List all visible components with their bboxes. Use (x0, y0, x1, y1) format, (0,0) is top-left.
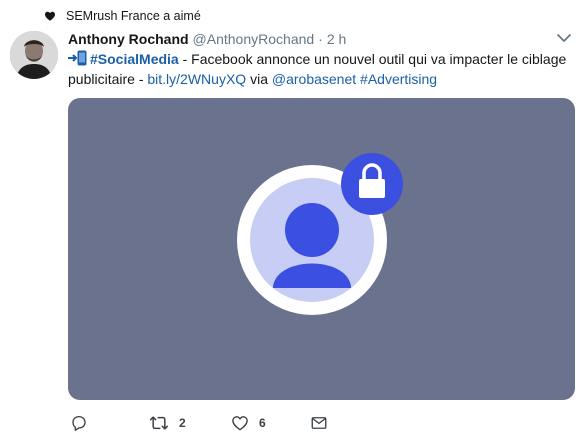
hashtag-advertising[interactable]: #Advertising (360, 71, 437, 87)
reply-button[interactable] (70, 413, 88, 433)
heart-outline-icon (232, 416, 248, 431)
tweet-text-via: via (246, 71, 272, 87)
author-name[interactable]: Anthony Rochand (68, 31, 189, 47)
social-context: SEMrush France a aimé (44, 8, 201, 24)
avatar[interactable] (10, 31, 58, 79)
author-handle[interactable]: @AnthonyRochand (193, 31, 315, 47)
retweet-button[interactable]: 2 (149, 413, 186, 433)
like-button[interactable]: 6 (231, 413, 266, 433)
mention-arobasenet[interactable]: @arobasenet (272, 71, 356, 87)
reply-icon (72, 415, 86, 431)
heart-icon (45, 11, 55, 21)
media-card[interactable] (68, 98, 575, 400)
social-context-text: SEMrush France a aimé (66, 9, 201, 23)
avatar-photo (10, 31, 58, 79)
locked-profile-icon (237, 153, 403, 315)
phone-arrow-icon (68, 50, 87, 66)
like-count: 6 (259, 416, 266, 430)
tweet-text: #SocialMedia - Facebook annonce un nouve… (68, 49, 573, 89)
retweet-count: 2 (179, 416, 186, 430)
tweet-link[interactable]: bit.ly/2WNuyXQ (147, 71, 246, 87)
retweet-icon (149, 416, 169, 430)
envelope-icon (311, 417, 327, 429)
tweet-header: Anthony Rochand @AnthonyRochand · 2 h (68, 30, 346, 48)
tweet-time[interactable]: 2 h (327, 31, 346, 47)
direct-message-button[interactable] (310, 413, 328, 433)
separator: · (318, 31, 323, 47)
hashtag-socialmedia[interactable]: #SocialMedia (90, 51, 179, 67)
chevron-down-icon[interactable] (556, 32, 572, 44)
